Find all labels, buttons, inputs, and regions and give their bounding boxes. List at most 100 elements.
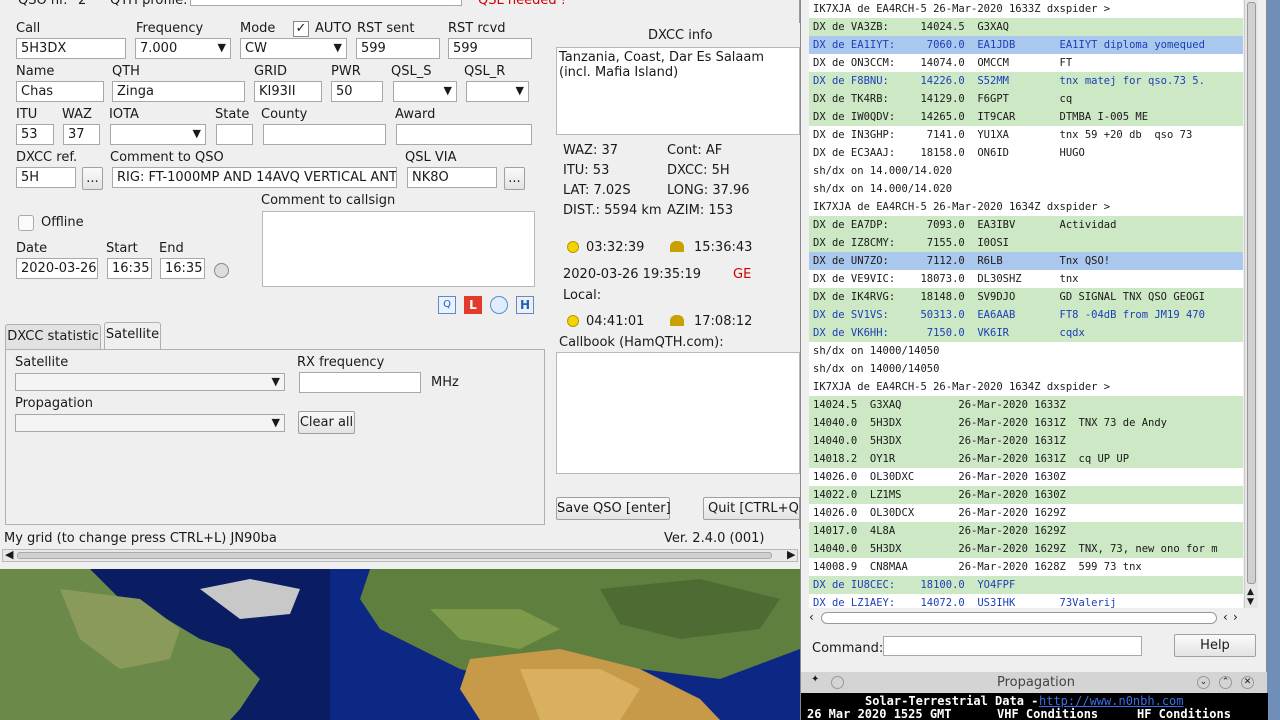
cluster-row[interactable]: 14040.0 5H3DX 26-Mar-2020 1631Z [809,432,1243,450]
cluster-row[interactable]: DX de F8BNU: 14226.0 S52MM tnx matej for… [809,72,1243,90]
cluster-row[interactable]: IK7XJA de EA4RCH-5 26-Mar-2020 1634Z dxs… [809,198,1243,216]
scroll-left-icon[interactable]: ‹ [809,610,814,624]
command-input[interactable] [883,636,1142,656]
qth-input[interactable]: Zinga [112,81,245,102]
qsl-via-input[interactable]: NK8O [407,167,497,188]
rst-rcvd-input[interactable]: 599 [448,38,532,59]
scrollbar-thumb[interactable] [17,552,772,559]
cluster-vertical-scrollbar[interactable]: ▲ ▼ [1244,0,1258,608]
name-input[interactable]: Chas [16,81,104,102]
cluster-row[interactable]: sh/dx on 14000/14050 [809,360,1243,378]
cluster-row[interactable]: 14022.0 LZ1MS 26-Mar-2020 1630Z [809,486,1243,504]
cluster-row[interactable]: 14018.2 OY1R 26-Mar-2020 1631Z cq UP UP [809,450,1243,468]
dxcc-lookup-button[interactable]: ... [82,167,103,190]
clock-icon[interactable] [214,263,229,278]
scroll-right-icon[interactable]: › [1233,610,1238,624]
state-input[interactable] [216,124,253,145]
cluster-row[interactable]: 14040.0 5H3DX 26-Mar-2020 1631Z TNX 73 d… [809,414,1243,432]
waz-input[interactable]: 37 [63,124,100,145]
quit-button[interactable]: Quit [CTRL+Q] [703,497,800,520]
qsl-r-select[interactable]: ▼ [466,81,529,102]
window-menu-icon[interactable] [831,676,844,689]
scroll-left-icon[interactable]: ‹ [1223,610,1228,624]
comment-callsign-textarea[interactable] [262,211,535,287]
tab-dxcc-statistic[interactable]: DXCC statistic [5,324,101,350]
cluster-row[interactable]: DX de ON3CCM: 14074.0 OMCCM FT [809,54,1243,72]
cluster-row[interactable]: 14026.0 OL30DXC 26-Mar-2020 1630Z [809,468,1243,486]
cluster-row[interactable]: DX de VA3ZB: 14024.5 G3XAQ [809,18,1243,36]
minimize-icon[interactable]: ⌄ [1197,676,1210,689]
itu-input[interactable]: 53 [16,124,54,145]
qsl-s-select[interactable]: ▼ [393,81,457,102]
offline-checkbox[interactable] [18,215,34,231]
cluster-row[interactable]: DX de VE9VIC: 18073.0 DL30SHZ tnx [809,270,1243,288]
rx-frequency-input[interactable] [299,372,421,393]
help-button[interactable]: Help [1174,634,1256,657]
n0nbh-link[interactable]: http://www.n0nbh.com [1039,694,1184,708]
cluster-row[interactable]: 14008.9 CN8MAA 26-Mar-2020 1628Z 599 73 … [809,558,1243,576]
call-input[interactable]: 5H3DX [16,38,126,59]
qsl-via-lookup-button[interactable]: ... [504,167,525,190]
cluster-row[interactable]: DX de IU8CEC: 18100.0 YO4FPF [809,576,1243,594]
cluster-row[interactable]: sh/dx on 14000/14050 [809,342,1243,360]
award-input[interactable] [396,124,532,145]
cluster-row[interactable]: 14040.0 5H3DX 26-Mar-2020 1629Z TNX, 73,… [809,540,1243,558]
hamqth-icon[interactable]: H [516,296,534,314]
cluster-list[interactable]: IK7XJA de EA4RCH-5 26-Mar-2020 1633Z dxs… [809,0,1243,608]
cluster-row[interactable]: DX de EA7DP: 7093.0 EA3IBV Actividad [809,216,1243,234]
mode-select[interactable]: CW ▼ [240,38,347,59]
pin-icon[interactable]: ✦ [811,674,819,685]
scroll-right-icon[interactable]: ▶ [787,548,795,561]
cluster-row[interactable]: 14017.0 4L8A 26-Mar-2020 1629Z [809,522,1243,540]
start-input[interactable]: 16:35 [107,258,152,279]
cluster-row[interactable]: DX de UN7ZO: 7112.0 R6LB Tnx QSO! [809,252,1243,270]
qth-profile-select[interactable]: ▼ [190,0,462,6]
globe-icon[interactable] [490,296,508,314]
tab-satellite[interactable]: Satellite [104,322,161,350]
satellite-select[interactable]: ▼ [15,373,285,391]
cluster-row[interactable]: 14026.0 OL30DCX 26-Mar-2020 1629Z [809,504,1243,522]
cluster-row[interactable]: DX de IN3GHP: 7141.0 YU1XA tnx 59 +20 db… [809,126,1243,144]
command-label: Command: [812,641,884,656]
cluster-row[interactable]: DX de IK4RVG: 18148.0 SV9DJO GD SIGNAL T… [809,288,1243,306]
grid-input[interactable]: KI93II [254,81,322,102]
propagation-select[interactable]: ▼ [15,414,285,432]
cluster-row[interactable]: DX de LZ1AEY: 14072.0 US3IHK 73Valerij [809,594,1243,608]
horizontal-scrollbar[interactable]: ◀ ▶ [2,548,798,562]
cluster-row[interactable]: sh/dx on 14.000/14.020 [809,180,1243,198]
iota-select[interactable]: ▼ [110,124,206,145]
pwr-input[interactable]: 50 [331,81,383,102]
scroll-down-icon[interactable]: ▼ [1247,598,1254,607]
cluster-row[interactable]: IK7XJA de EA4RCH-5 26-Mar-2020 1634Z dxs… [809,378,1243,396]
save-qso-button[interactable]: Save QSO [enter] [556,497,671,520]
cluster-row[interactable]: DX de SV1VS: 50313.0 EA6AAB FT8 -04dB fr… [809,306,1243,324]
date-input[interactable]: 2020-03-26 [16,258,98,279]
scroll-up-icon[interactable]: ▲ [1247,588,1254,597]
county-input[interactable] [263,124,386,145]
cluster-row[interactable]: DX de IW0QDV: 14265.0 IT9CAR DTMBA I-005… [809,108,1243,126]
comment-qso-input[interactable]: RIG: FT-1000MP AND 14AVQ VERTICAL ANTENI [112,167,397,188]
maximize-icon[interactable]: ⌃ [1219,676,1232,689]
rst-sent-input[interactable]: 599 [356,38,440,59]
scroll-left-icon[interactable]: ◀ [5,548,13,561]
cluster-row[interactable]: IK7XJA de EA4RCH-5 26-Mar-2020 1633Z dxs… [809,0,1243,18]
cluster-row[interactable]: DX de EC3AAJ: 18158.0 ON6ID HUGO [809,144,1243,162]
qsl-icon[interactable]: Q [438,296,456,314]
cluster-row[interactable]: DX de VK6HH: 7150.0 VK6IR cqdx [809,324,1243,342]
cluster-horizontal-scrollbar[interactable]: ‹ ‹ › [809,610,1243,626]
dxcc-ref-input[interactable]: 5H [16,167,76,188]
cluster-row[interactable]: 14024.5 G3XAQ 26-Mar-2020 1633Z [809,396,1243,414]
cluster-row[interactable]: DX de IZ8CMY: 7155.0 I0OSI [809,234,1243,252]
auto-checkbox[interactable]: ✓ [293,21,309,37]
lotw-icon[interactable]: L [464,296,482,314]
cluster-row[interactable]: DX de TK4RB: 14129.0 F6GPT cq [809,90,1243,108]
rst-rcvd-label: RST rcvd [448,21,506,36]
end-input[interactable]: 16:35 [160,258,205,279]
cluster-hscroll-thumb[interactable] [821,612,1217,624]
clear-all-button[interactable]: Clear all [298,411,355,434]
cluster-scroll-thumb[interactable] [1247,2,1256,584]
frequency-select[interactable]: 7.000 ▼ [135,38,231,59]
cluster-row[interactable]: DX de EA1IYT: 7060.0 EA1JDB EA1IYT diplo… [809,36,1243,54]
cluster-row[interactable]: sh/dx on 14.000/14.020 [809,162,1243,180]
close-icon[interactable]: ✕ [1241,676,1254,689]
